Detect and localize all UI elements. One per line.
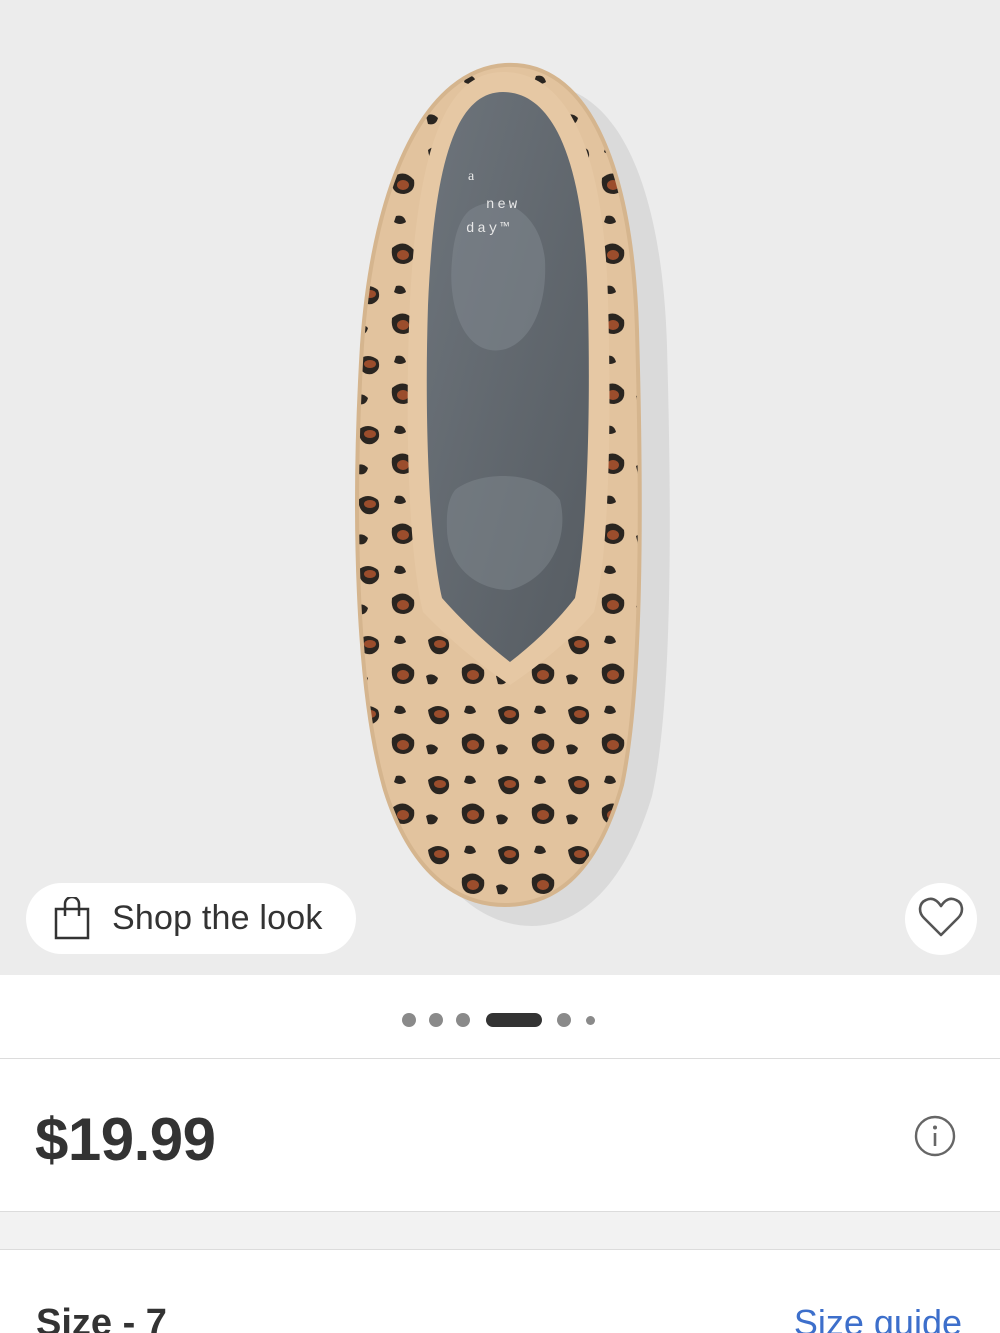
carousel-dot[interactable]: [456, 1013, 470, 1027]
svg-text:new: new: [486, 197, 520, 213]
carousel-dot[interactable]: [402, 1013, 416, 1027]
section-divider: [0, 1212, 1000, 1250]
carousel-pagination: [0, 975, 1000, 1059]
svg-text:day™: day™: [466, 221, 512, 237]
product-image: a new day™: [355, 62, 670, 926]
size-section: Size - 7 Size guide: [0, 1250, 1000, 1333]
size-label: Size - 7: [36, 1302, 167, 1333]
shop-the-look-label: Shop the look: [112, 899, 323, 937]
shopping-bag-icon: [52, 896, 92, 942]
size-guide-link[interactable]: Size guide: [794, 1302, 962, 1333]
info-circle-icon[interactable]: [914, 1115, 956, 1157]
carousel-dot-active[interactable]: [486, 1013, 542, 1027]
price-section: $19.99: [0, 1059, 1000, 1212]
carousel-dot[interactable]: [557, 1013, 571, 1027]
product-image-area[interactable]: a new day™ Shop the look: [0, 0, 1000, 975]
svg-text:a: a: [468, 169, 475, 184]
heart-outline-icon: [918, 896, 964, 943]
carousel-dot[interactable]: [429, 1013, 443, 1027]
carousel-dot[interactable]: [586, 1016, 595, 1025]
favorite-button[interactable]: [905, 883, 977, 955]
shop-the-look-button[interactable]: Shop the look: [26, 883, 356, 954]
product-price: $19.99: [35, 1106, 216, 1173]
